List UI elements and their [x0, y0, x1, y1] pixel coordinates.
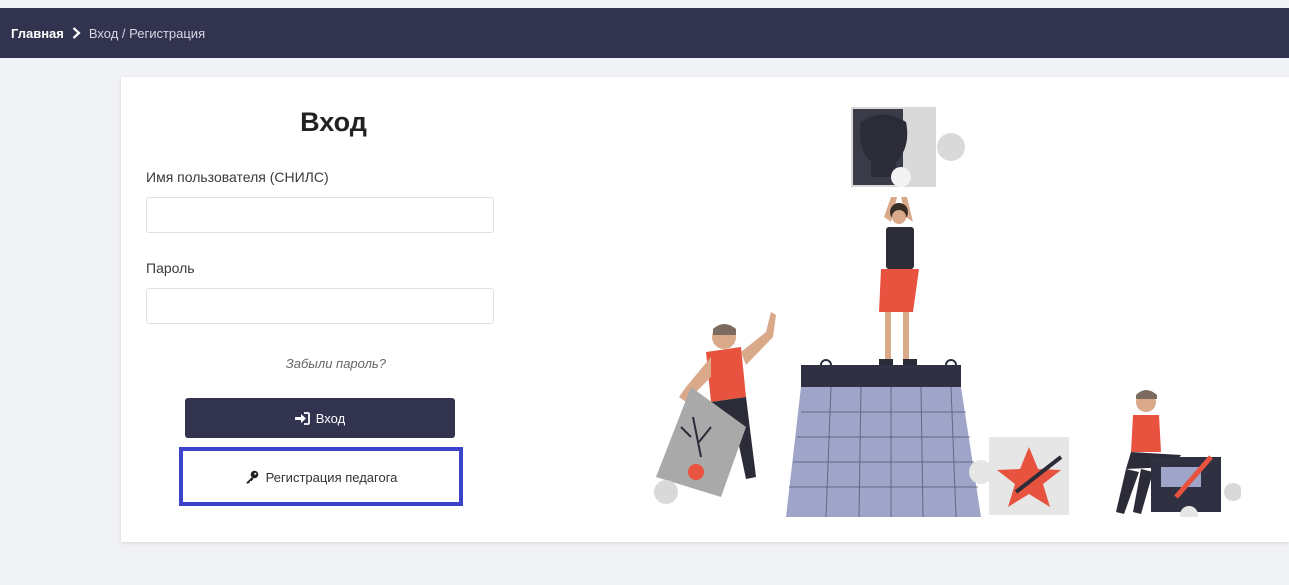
key-icon [245, 470, 259, 484]
sitting-woman-figure [1116, 390, 1241, 517]
login-card: Вход Имя пользователя (СНИЛС) Пароль Заб… [121, 77, 1289, 542]
register-teacher-label: Регистрация педагога [265, 469, 398, 485]
breadcrumb-current: Вход / Регистрация [88, 25, 206, 41]
breadcrumb: Главная Вход / Регистрация [0, 8, 1289, 58]
standing-girl-figure [879, 197, 919, 365]
login-button[interactable]: Вход [185, 398, 455, 438]
chevron-right-icon [72, 27, 81, 39]
username-input[interactable] [146, 197, 494, 233]
illustration-image [654, 107, 1241, 517]
password-label: Пароль [146, 260, 195, 276]
breadcrumb-home-link[interactable]: Главная [11, 26, 64, 41]
sign-in-icon [294, 411, 310, 425]
page: Главная Вход / Регистрация Вход Имя поль… [0, 0, 1289, 585]
password-input[interactable] [146, 288, 494, 324]
calendar-icon [786, 359, 981, 517]
username-label: Имя пользователя (СНИЛС) [146, 169, 329, 185]
login-button-label: Вход [315, 410, 346, 426]
forgot-password-link[interactable]: Забыли пароль? [260, 356, 386, 371]
register-teacher-button[interactable]: Регистрация педагога [187, 459, 455, 495]
lightbulb-puzzle-icon [851, 107, 965, 187]
star-puzzle-icon [969, 437, 1069, 515]
login-title: Вход [300, 107, 367, 137]
